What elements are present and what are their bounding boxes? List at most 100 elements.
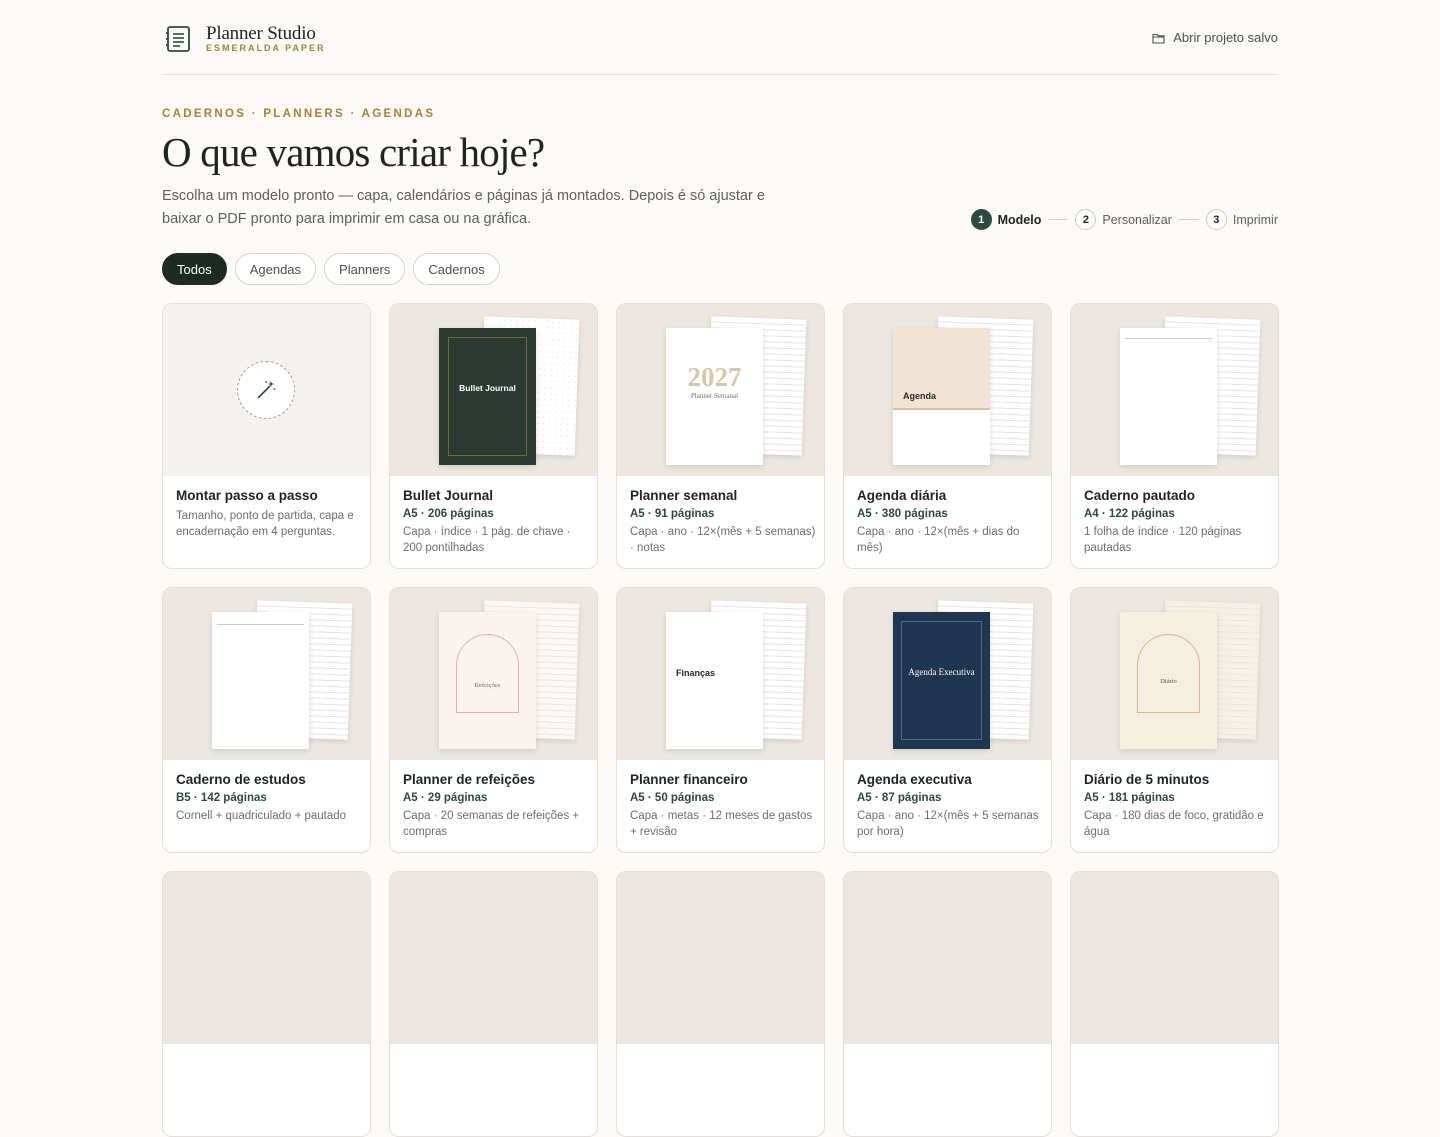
cover-preview: Agenda [893, 328, 990, 465]
card-meta: A5 · 50 páginas [630, 792, 715, 804]
template-card-weekly-planner[interactable]: 2027 Planner Semanal Planner semanal A5 … [616, 303, 825, 569]
card-description: Capa · metas · 12 meses de gastos + revi… [630, 810, 813, 838]
card-meta: B5 · 142 páginas [176, 792, 267, 804]
template-card-five-minute-journal[interactable]: Diário Diário de 5 minutos A5 · 181 pági… [1070, 587, 1279, 853]
card-thumbnail: Finanças [617, 588, 824, 760]
card-thumbnail [163, 872, 370, 1044]
card-description: Capa · 20 semanas de refeições + compras [403, 810, 580, 838]
cover-preview: Diário [1120, 612, 1217, 749]
cover-title: Refeições [474, 682, 501, 689]
cover-year: 2027 [687, 362, 742, 392]
card-description: Tamanho, ponto de partida, capa e encade… [176, 510, 354, 538]
card-thumbnail [1071, 304, 1278, 476]
folder-icon [1152, 33, 1165, 44]
template-card-finance-planner[interactable]: Finanças Planner financeiro A5 · 50 pági… [616, 587, 825, 853]
magic-wand-icon [237, 361, 295, 419]
step-number: 3 [1205, 209, 1227, 230]
card-thumbnail: 2027 Planner Semanal [617, 304, 824, 476]
card-description: Capa · 180 dias de foco, gratidão e água [1084, 810, 1264, 838]
index-page-preview [1120, 328, 1217, 465]
template-card-lined-notebook[interactable]: Caderno pautado A4 · 122 páginas 1 folha… [1070, 303, 1279, 569]
open-saved-project-label: Abrir projeto salvo [1173, 30, 1278, 45]
cover-title: Finanças [676, 668, 716, 678]
card-thumbnail: Diário [1071, 588, 1278, 760]
card-title: Diário de 5 minutos [1084, 772, 1210, 787]
card-thumbnail [390, 872, 597, 1044]
template-card-daily-agenda[interactable]: Agenda Agenda diária A5 · 380 páginas Ca… [843, 303, 1052, 569]
notebook-logo-icon [166, 26, 190, 52]
card-meta: A4 · 122 páginas [1084, 508, 1175, 520]
filter-agendas[interactable]: Agendas [234, 253, 317, 285]
card-thumbnail [617, 872, 824, 1044]
step-label: Imprimir [1232, 212, 1278, 227]
card-thumbnail [163, 588, 370, 760]
card-thumbnail: Bullet Journal [390, 304, 597, 476]
card-thumbnail: Agenda [844, 304, 1051, 476]
card-thumbnail: Agenda Executiva [844, 588, 1051, 760]
card-description: Cornell + quadriculado + pautado [176, 810, 347, 822]
cover-title: Planner Semanal [690, 392, 739, 400]
card-title: Planner semanal [630, 488, 738, 503]
step-number: 2 [1075, 209, 1097, 230]
brand-name: Planner Studio [206, 23, 316, 44]
card-title: Montar passo a passo [176, 488, 318, 503]
template-card-bullet-journal[interactable]: Bullet Journal Bullet Journal A5 · 206 p… [389, 303, 598, 569]
top-bar: Planner Studio ESMERALDA PAPER Abrir pro… [162, 0, 1278, 75]
category-filter: Todos Agendas Planners Cadernos [162, 253, 500, 285]
step-divider [1048, 219, 1069, 220]
cover-title: Bullet Journal [459, 383, 516, 393]
template-card-partial[interactable] [616, 871, 825, 1137]
cover-preview: Agenda Executiva [893, 612, 990, 749]
filter-notebooks[interactable]: Cadernos [413, 253, 500, 285]
card-description: Capa · ano · 12×(mês + 5 semanas por hor… [857, 810, 1039, 838]
hero-description: Escolha um modelo pronto — capa, calendá… [162, 188, 765, 227]
step-label: Modelo [997, 212, 1042, 227]
card-title: Caderno de estudos [176, 772, 306, 787]
card-meta: A5 · 29 páginas [403, 792, 488, 804]
card-title: Agenda executiva [857, 772, 972, 787]
filter-all[interactable]: Todos [162, 253, 227, 285]
cover-preview: Bullet Journal [439, 328, 536, 465]
card-meta: A5 · 181 páginas [1084, 792, 1175, 804]
card-meta: A5 · 206 páginas [403, 508, 494, 520]
card-thumbnail [1071, 872, 1278, 1044]
cover-preview: Refeições [439, 612, 536, 749]
template-card-partial[interactable] [389, 871, 598, 1137]
page-title: O que vamos criar hoje? [162, 129, 545, 175]
cover-preview: Finanças [666, 612, 763, 749]
brand-subtitle: ESMERALDA PAPER [206, 43, 326, 53]
template-card-partial[interactable] [162, 871, 371, 1137]
card-meta: A5 · 380 páginas [857, 508, 948, 520]
filter-planners[interactable]: Planners [324, 253, 406, 285]
cover-preview: 2027 Planner Semanal [666, 328, 763, 465]
card-meta: A5 · 87 páginas [857, 792, 942, 804]
template-card-wizard[interactable]: Montar passo a passo Tamanho, ponto de p… [162, 303, 371, 569]
step-customize: 2 Personalizar [1075, 209, 1172, 230]
template-card-partial[interactable] [1070, 871, 1279, 1137]
card-thumbnail [163, 304, 370, 476]
hero-eyebrow: CADERNOS · PLANNERS · AGENDAS [162, 108, 436, 120]
cover-title: Diário [1160, 678, 1177, 685]
step-number: 1 [970, 209, 992, 230]
step-model: 1 Modelo [970, 209, 1042, 230]
card-thumbnail [844, 872, 1051, 1044]
card-description: Capa · ano · 12×(mês + dias do mês) [857, 526, 1020, 554]
card-description: Capa · ano · 12×(mês + 5 semanas) · nota… [630, 526, 816, 554]
card-title: Bullet Journal [403, 488, 494, 503]
step-label: Personalizar [1102, 212, 1172, 227]
progress-stepper: 1 Modelo 2 Personalizar 3 Imprimir [970, 209, 1278, 230]
template-card-partial[interactable] [843, 871, 1052, 1137]
open-saved-project-button[interactable]: Abrir projeto salvo [1152, 30, 1278, 45]
card-meta: A5 · 91 páginas [630, 508, 715, 520]
step-divider [1178, 219, 1199, 220]
cover-title: Agenda [903, 391, 937, 401]
card-title: Planner de refeições [403, 772, 536, 787]
step-print: 3 Imprimir [1205, 209, 1278, 230]
template-card-executive-agenda[interactable]: Agenda Executiva Agenda executiva A5 · 8… [843, 587, 1052, 853]
card-title: Planner financeiro [630, 772, 748, 787]
template-card-study-notebook[interactable]: Caderno de estudos B5 · 142 páginas Corn… [162, 587, 371, 853]
card-thumbnail: Refeições [390, 588, 597, 760]
template-card-meal-planner[interactable]: Refeições Planner de refeições A5 · 29 p… [389, 587, 598, 853]
card-title: Caderno pautado [1084, 488, 1196, 503]
card-description: 1 folha de índice · 120 páginas pautadas [1084, 526, 1242, 554]
